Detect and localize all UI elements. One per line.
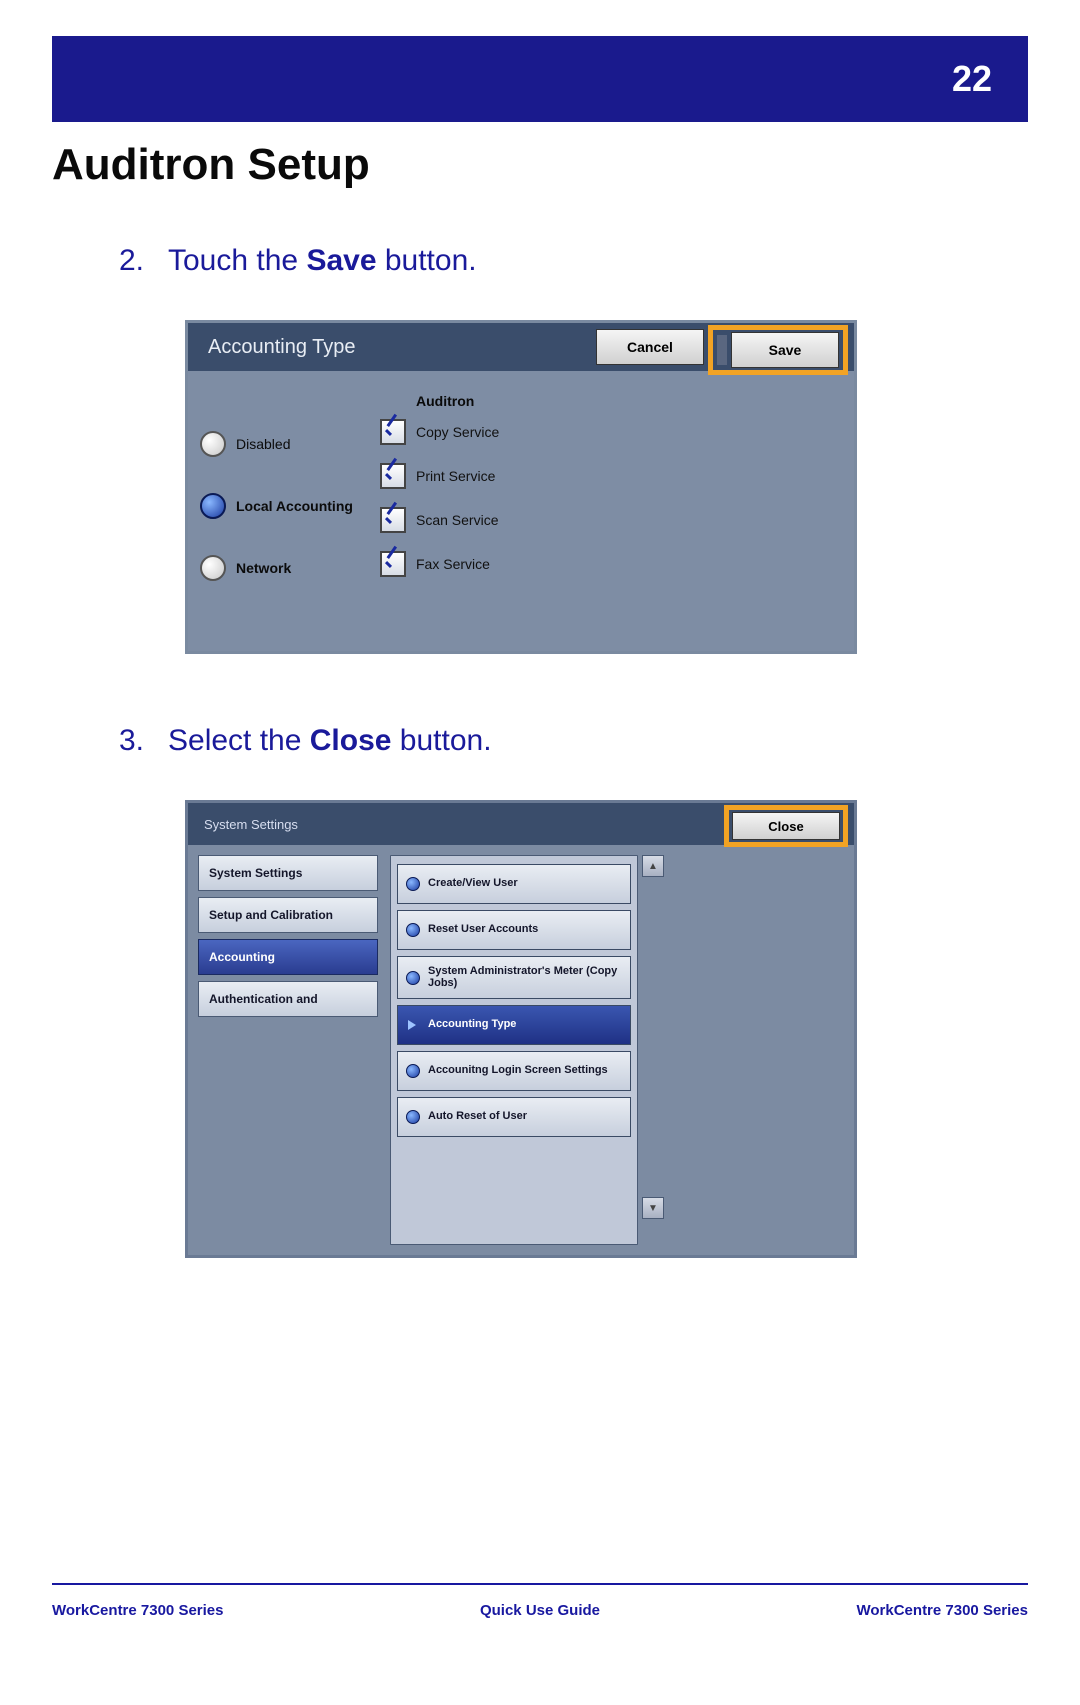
radio-disabled-label: Disabled — [236, 436, 290, 452]
item-reset-user-accounts[interactable]: Reset User Accounts — [397, 910, 631, 950]
cancel-button[interactable]: Cancel — [596, 329, 704, 365]
item-label: Accounting Type — [428, 1019, 516, 1031]
bullet-icon — [406, 971, 420, 985]
screenshot-accounting-type: Accounting Type Cancel Save Disabled Loc… — [185, 320, 857, 654]
page-number: 22 — [952, 58, 992, 100]
tab-accounting[interactable]: Accounting — [198, 939, 378, 975]
dialog-titlebar: Accounting Type Cancel Save — [188, 323, 854, 371]
tab-setup-calibration[interactable]: Setup and Calibration — [198, 897, 378, 933]
scroll-up-button[interactable]: ▲ — [642, 855, 664, 877]
item-accounting-type[interactable]: Accounting Type — [397, 1005, 631, 1045]
step-3-number: 3. — [100, 724, 144, 758]
item-create-view-user[interactable]: Create/View User — [397, 864, 631, 904]
radio-local-accounting[interactable]: Local Accounting — [200, 483, 380, 529]
step-2-pre: Touch the — [168, 244, 306, 277]
check-icon — [380, 551, 406, 577]
dialog-titlebar: System Settings Close — [188, 803, 854, 845]
check-fax-label: Fax Service — [416, 556, 490, 572]
step-2: 2. Touch the Save button. — [100, 244, 980, 278]
footer-divider — [52, 1583, 1028, 1585]
check-icon — [380, 463, 406, 489]
screenshot-system-settings: System Settings Close System Settings Se… — [185, 800, 857, 1258]
radio-local-label: Local Accounting — [236, 498, 353, 514]
item-label: Auto Reset of User — [428, 1111, 527, 1123]
save-button[interactable]: Save — [731, 332, 839, 368]
item-label: Reset User Accounts — [428, 924, 538, 936]
step-2-number: 2. — [100, 244, 144, 278]
bullet-icon — [406, 923, 420, 937]
item-accounting-login-screen[interactable]: Accounitng Login Screen Settings — [397, 1051, 631, 1091]
step-3: 3. Select the Close button. — [100, 724, 980, 758]
step-3-bold: Close — [310, 724, 392, 757]
arrow-icon — [408, 1020, 416, 1030]
radio-network[interactable]: Network — [200, 545, 380, 591]
check-scan-service[interactable]: Scan Service — [380, 507, 590, 533]
radio-icon — [200, 555, 226, 581]
radio-icon — [200, 431, 226, 457]
tab-system-settings[interactable]: System Settings — [198, 855, 378, 891]
check-scan-label: Scan Service — [416, 512, 498, 528]
step-2-bold: Save — [306, 244, 376, 277]
close-button[interactable]: Close — [732, 812, 840, 840]
bullet-icon — [406, 1064, 420, 1078]
footer: WorkCentre 7300 Series Quick Use Guide W… — [52, 1602, 1028, 1619]
item-label: Create/View User — [428, 878, 518, 890]
auditron-header: Auditron — [380, 387, 590, 419]
item-system-admin-meter[interactable]: System Administrator's Meter (Copy Jobs) — [397, 956, 631, 999]
close-highlight: Close — [724, 805, 848, 847]
bullet-icon — [406, 877, 420, 891]
check-print-service[interactable]: Print Service — [380, 463, 590, 489]
header-band: 22 — [52, 36, 1028, 122]
check-copy-service[interactable]: Copy Service — [380, 419, 590, 445]
tab-authentication[interactable]: Authentication and — [198, 981, 378, 1017]
radio-disabled[interactable]: Disabled — [200, 421, 380, 467]
scroll-down-button[interactable]: ▼ — [642, 1197, 664, 1219]
item-auto-reset-user[interactable]: Auto Reset of User — [397, 1097, 631, 1137]
check-fax-service[interactable]: Fax Service — [380, 551, 590, 577]
dialog-title: System Settings — [204, 817, 298, 832]
radio-icon-selected — [200, 493, 226, 519]
check-copy-label: Copy Service — [416, 424, 499, 440]
save-separator — [717, 335, 727, 365]
check-print-label: Print Service — [416, 468, 495, 484]
radio-network-label: Network — [236, 560, 291, 576]
step-3-post: button. — [391, 724, 491, 757]
page-title: Auditron Setup — [52, 140, 1028, 190]
check-icon — [380, 419, 406, 445]
item-label: Accounitng Login Screen Settings — [428, 1065, 608, 1077]
footer-mid: Quick Use Guide — [480, 1602, 600, 1619]
save-highlight: Save — [708, 325, 848, 375]
footer-left: WorkCentre 7300 Series — [52, 1602, 223, 1619]
settings-list: Create/View User Reset User Accounts Sys… — [390, 855, 638, 1245]
step-3-pre: Select the — [168, 724, 310, 757]
step-2-post: button. — [377, 244, 477, 277]
bullet-icon — [406, 1110, 420, 1124]
item-label: System Administrator's Meter (Copy Jobs) — [428, 966, 622, 989]
check-icon — [380, 507, 406, 533]
footer-right: WorkCentre 7300 Series — [857, 1602, 1028, 1619]
dialog-title: Accounting Type — [208, 336, 356, 359]
